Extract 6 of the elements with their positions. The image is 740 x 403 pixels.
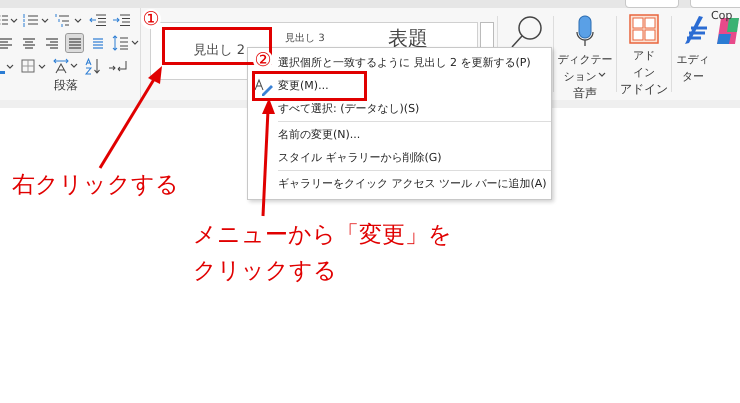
group-label: 音声 xyxy=(573,85,597,102)
annotation-text: メニューから「変更」を xyxy=(193,221,452,250)
group-label: アドイン xyxy=(620,81,668,98)
annotation-text: 右クリックする xyxy=(12,171,179,200)
annotation-text: クリックする xyxy=(193,257,337,286)
group-label: 段落 xyxy=(53,77,79,94)
